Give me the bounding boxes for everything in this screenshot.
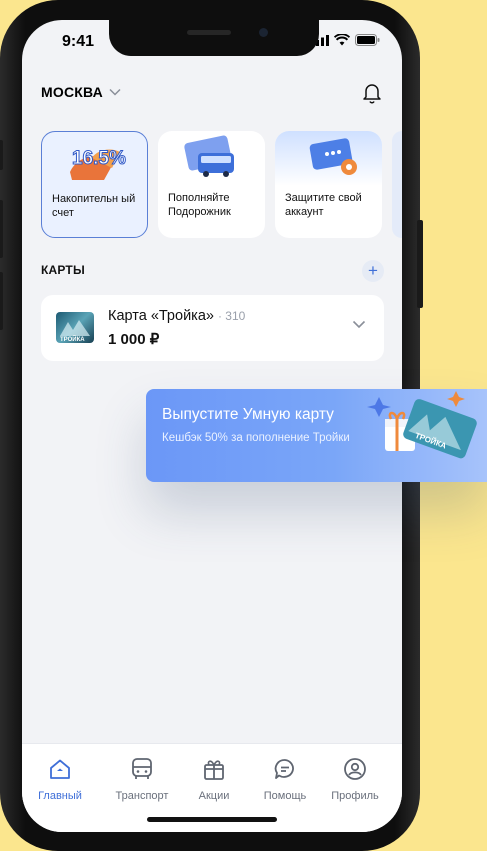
home-indicator <box>147 817 277 822</box>
savings-illustration: 16.5% <box>42 132 147 187</box>
speaker <box>187 30 231 35</box>
savings-badge: 16.5% <box>72 148 126 169</box>
add-card-button[interactable]: + <box>362 260 384 282</box>
story-partial[interactable] <box>392 131 402 238</box>
home-icon <box>50 759 70 779</box>
card-balance: 1 000 ₽ <box>108 331 160 348</box>
thumb-text: ТРОЙКА <box>60 335 85 343</box>
story-label: Накопительн ый счет <box>52 193 136 219</box>
tab-home[interactable]: Главный <box>25 756 95 802</box>
troika-card-thumbnail: ТРОЙКА <box>56 312 94 343</box>
card-number: · 310 <box>217 309 246 323</box>
bell-icon[interactable] <box>362 82 382 104</box>
smart-card-banner[interactable]: Выпустите Умную карту Кешбэк 50% за попо… <box>146 389 487 482</box>
bus-icon <box>132 758 152 779</box>
tab-label: Помощь <box>263 790 307 802</box>
tab-help[interactable]: Помощь <box>250 756 320 802</box>
status-time: 9:41 <box>62 33 95 50</box>
card-name: Карта «Тройка» <box>108 308 214 324</box>
bus-illustration <box>158 131 265 186</box>
notch <box>109 20 319 56</box>
story-savings-account[interactable]: 16.5% Накопительн ый счет <box>41 131 148 238</box>
wifi-icon <box>334 34 350 46</box>
power-button <box>417 220 423 308</box>
bottom-tab-bar: Главный Транспорт Акции Помощь Профиль <box>22 743 402 832</box>
story-label: Защитите свой аккаунт <box>285 192 362 218</box>
story-top-up-podorozhnik[interactable]: Пополняйте Подорожник <box>158 131 265 238</box>
tab-label: Акции <box>198 790 230 802</box>
troika-card-item[interactable]: ТРОЙКА Карта «Тройка» · 310 1 000 ₽ <box>41 295 384 361</box>
tab-profile[interactable]: Профиль <box>320 756 390 802</box>
chevron-down-icon <box>109 88 121 96</box>
tab-transport[interactable]: Транспорт <box>107 756 177 802</box>
tab-label: Главный <box>38 790 82 802</box>
chevron-down-icon[interactable] <box>352 320 366 329</box>
security-illustration <box>275 131 382 186</box>
tab-label: Транспорт <box>115 790 169 802</box>
tab-promotions[interactable]: Акции <box>179 756 249 802</box>
chat-icon <box>274 759 294 779</box>
troika-gift-illustration: ТРОЙКА <box>367 391 477 459</box>
city-selector[interactable]: МОСКВА <box>41 84 121 100</box>
status-icons <box>311 34 380 46</box>
volume-down-button <box>0 272 3 330</box>
cards-section-title: КАРТЫ <box>41 263 85 277</box>
city-label: МОСКВА <box>41 84 103 100</box>
banner-title: Выпустите Умную карту <box>162 406 334 423</box>
tab-label: Профиль <box>331 790 379 802</box>
story-label: Пополняйте Подорожник <box>168 192 231 218</box>
profile-icon <box>344 758 366 780</box>
mute-switch <box>0 140 3 170</box>
front-camera <box>259 28 268 37</box>
volume-up-button <box>0 200 3 258</box>
stories-row: 16.5% Накопительн ый счет Пополняйте Под… <box>41 131 402 238</box>
battery-icon <box>355 34 380 46</box>
story-protect-account[interactable]: Защитите свой аккаунт <box>275 131 382 238</box>
gift-icon <box>204 760 224 780</box>
banner-subtitle: Кешбэк 50% за пополнение Тройки <box>162 432 350 444</box>
